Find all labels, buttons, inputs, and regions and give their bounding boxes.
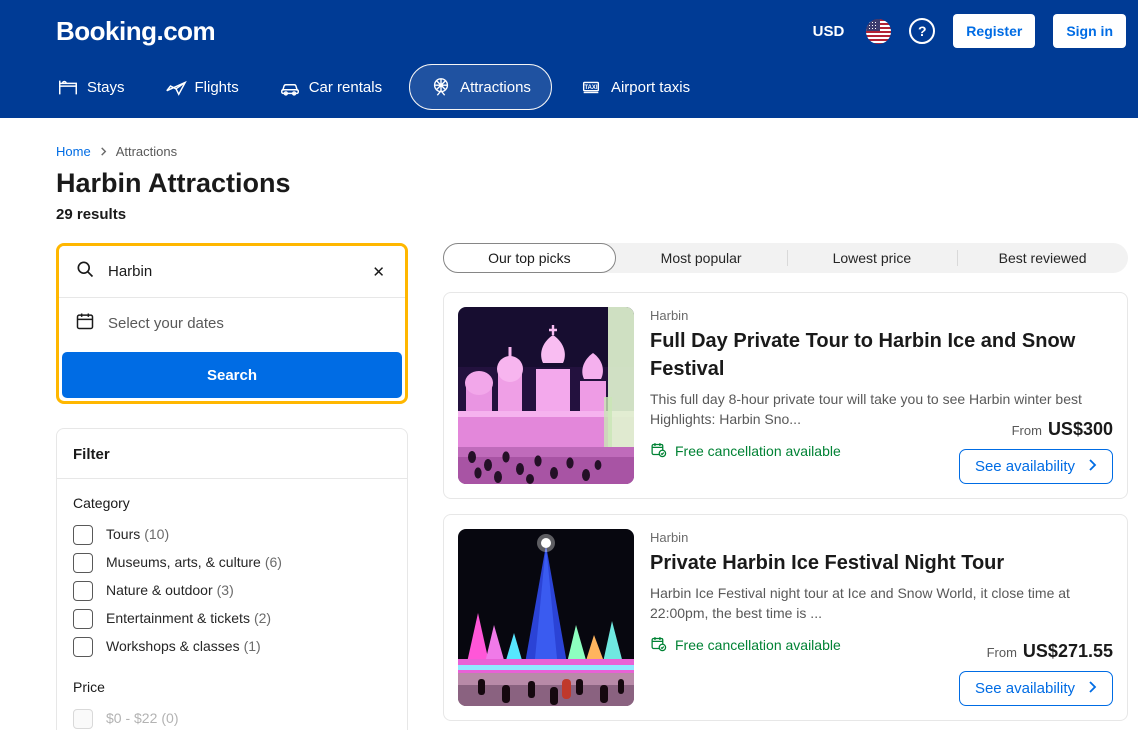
sort-tab-most-popular[interactable]: Most popular xyxy=(616,243,787,273)
result-card: Harbin Private Harbin Ice Festival Night… xyxy=(443,514,1128,721)
result-location: Harbin xyxy=(650,530,1113,545)
results-count: 29 results xyxy=(56,206,1128,223)
search-icon xyxy=(75,259,95,284)
ferris-wheel-icon xyxy=(430,76,452,98)
chevron-right-icon xyxy=(99,144,108,159)
free-cancellation-icon xyxy=(650,441,667,461)
free-cancellation-icon xyxy=(650,635,667,655)
sort-tab-best-reviewed[interactable]: Best reviewed xyxy=(957,243,1128,273)
category-group-title: Category xyxy=(73,495,391,511)
breadcrumb: Home Attractions xyxy=(56,144,1128,159)
register-button[interactable]: Register xyxy=(953,14,1035,48)
result-title[interactable]: Full Day Private Tour to Harbin Ice and … xyxy=(650,327,1090,383)
result-description: Harbin Ice Festival night tour at Ice an… xyxy=(650,583,1113,624)
see-availability-button[interactable]: See availability xyxy=(959,449,1113,484)
car-icon xyxy=(279,76,301,98)
calendar-icon xyxy=(75,311,95,336)
bed-icon xyxy=(57,76,79,98)
clear-search-icon[interactable]: ✕ xyxy=(368,261,389,283)
sort-tab-lowest-price[interactable]: Lowest price xyxy=(787,243,958,273)
filter-option-nature[interactable]: Nature & outdoor(3) xyxy=(73,577,391,605)
checkbox[interactable] xyxy=(73,637,93,657)
checkbox[interactable] xyxy=(73,581,93,601)
filter-option-entertainment[interactable]: Entertainment & tickets(2) xyxy=(73,605,391,633)
search-button[interactable]: Search xyxy=(62,352,402,398)
result-card: Harbin Full Day Private Tour to Harbin I… xyxy=(443,292,1128,499)
checkbox[interactable] xyxy=(73,553,93,573)
help-icon[interactable]: ? xyxy=(909,18,935,44)
product-nav: Stays Flights Car rentals xyxy=(44,62,1126,110)
free-cancellation-label: Free cancellation available xyxy=(675,443,841,459)
nav-airport-taxis[interactable]: TAXI Airport taxis xyxy=(566,64,703,110)
result-title[interactable]: Private Harbin Ice Festival Night Tour xyxy=(650,549,1090,577)
price-line: FromUS$271.55 xyxy=(959,641,1113,662)
result-photo[interactable] xyxy=(458,307,634,484)
sort-tabs: Our top picks Most popular Lowest price … xyxy=(443,243,1128,273)
sort-tab-top-picks[interactable]: Our top picks xyxy=(443,243,616,273)
checkbox[interactable] xyxy=(73,609,93,629)
nav-car-rentals[interactable]: Car rentals xyxy=(266,64,395,110)
search-widget: ✕ Select your dates Search xyxy=(56,243,408,404)
price-value: US$271.55 xyxy=(1023,641,1113,661)
nav-attractions[interactable]: Attractions xyxy=(409,64,552,110)
result-photo[interactable] xyxy=(458,529,634,706)
chevron-right-icon xyxy=(1087,680,1097,697)
price-value: US$300 xyxy=(1048,419,1113,439)
filter-option-museums[interactable]: Museums, arts, & culture(6) xyxy=(73,549,391,577)
price-line: FromUS$300 xyxy=(959,419,1113,440)
plane-icon xyxy=(165,76,187,98)
date-picker-field[interactable]: Select your dates xyxy=(59,298,405,349)
checkbox[interactable] xyxy=(73,525,93,545)
filter-option-workshops[interactable]: Workshops & classes(1) xyxy=(73,633,391,661)
see-availability-button[interactable]: See availability xyxy=(959,671,1113,706)
free-cancellation-label: Free cancellation available xyxy=(675,637,841,653)
date-placeholder: Select your dates xyxy=(108,315,224,332)
filter-option-tours[interactable]: Tours(10) xyxy=(73,521,391,549)
page-title: Harbin Attractions xyxy=(56,168,1128,199)
destination-input[interactable] xyxy=(108,263,355,280)
us-flag-icon[interactable] xyxy=(866,19,891,44)
booking-logo[interactable]: Booking.com xyxy=(56,16,215,47)
taxi-icon: TAXI xyxy=(579,76,603,98)
breadcrumb-home-link[interactable]: Home xyxy=(56,144,91,159)
breadcrumb-current: Attractions xyxy=(116,144,177,159)
nav-flights[interactable]: Flights xyxy=(152,64,252,110)
chevron-right-icon xyxy=(1087,458,1097,475)
svg-text:TAXI: TAXI xyxy=(584,85,597,91)
checkbox xyxy=(73,709,93,729)
nav-stays[interactable]: Stays xyxy=(44,64,138,110)
price-group-title: Price xyxy=(73,679,391,695)
result-location: Harbin xyxy=(650,308,1113,323)
header: Booking.com USD ? Register Sign in Stays… xyxy=(0,0,1138,118)
filter-panel: Filter Category Tours(10) Museums, arts,… xyxy=(56,428,408,730)
filter-option-price-0-22: $0 - $22(0) xyxy=(73,705,391,730)
filter-title: Filter xyxy=(57,429,407,478)
currency-selector[interactable]: USD xyxy=(809,17,849,46)
signin-button[interactable]: Sign in xyxy=(1053,14,1126,48)
